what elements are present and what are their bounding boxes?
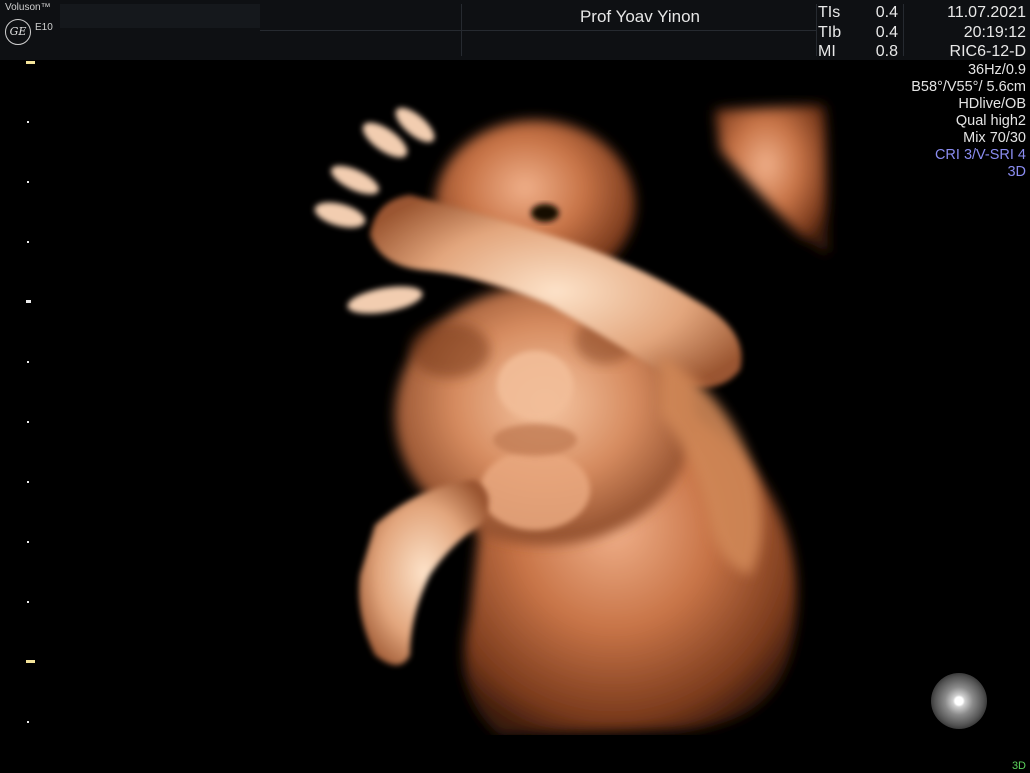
header-divider — [260, 30, 816, 31]
depth-scale — [26, 60, 38, 740]
index-label: TIb — [818, 23, 842, 41]
probe-name: RIC6-12-D — [949, 43, 1026, 60]
index-row: TIb 0.4 — [818, 23, 898, 43]
scale-tick — [26, 61, 35, 64]
quality-setting: Qual high2 — [955, 113, 1026, 129]
cri-setting: CRI 3/V-SRI 4 — [934, 147, 1026, 163]
exam-date: 11.07.2021 — [947, 4, 1026, 21]
scale-tick — [27, 481, 29, 483]
scale-tick — [27, 361, 29, 363]
header-divider — [816, 4, 817, 56]
scale-tick — [27, 541, 29, 543]
header-divider — [903, 4, 904, 56]
scale-tick — [27, 181, 29, 183]
model-label: E10 — [35, 22, 53, 33]
ultrasound-3d-image[interactable] — [300, 95, 840, 735]
frame-rate: 36Hz/0.9 — [967, 62, 1026, 78]
safety-indices: TIs 0.4 TIb 0.4 MI 0.8 — [818, 3, 898, 62]
operator-name: Prof Yoav Yinon — [579, 7, 701, 26]
nose-region — [497, 351, 573, 419]
scale-tick — [26, 660, 35, 663]
index-row: TIs 0.4 — [818, 3, 898, 23]
logo-block: Voluson™ GE E10 — [3, 2, 61, 58]
mouth-region — [493, 424, 577, 456]
uterine-wall-region — [715, 105, 828, 255]
acquisition-params: 36Hz/0.9 B58°/V55°/ 5.6cm HDlive/OB Qual… — [911, 62, 1026, 181]
index-label: TIs — [818, 4, 841, 21]
eye-region — [410, 322, 490, 378]
ear-region — [531, 204, 559, 222]
mode-label: 3D — [1007, 164, 1026, 180]
scale-tick — [27, 241, 29, 243]
index-value: 0.8 — [875, 43, 898, 60]
header-divider — [461, 4, 462, 56]
index-label: MI — [818, 43, 836, 60]
scale-tick — [27, 421, 29, 423]
index-value: 0.4 — [875, 4, 898, 21]
patient-info-field[interactable] — [60, 4, 260, 28]
scale-tick — [27, 721, 29, 723]
mode-indicator: 3D — [1011, 760, 1026, 772]
header-bar: Voluson™ GE E10 Prof Yoav Yinon TIs 0.4 … — [0, 0, 1030, 60]
index-value: 0.4 — [875, 23, 898, 41]
orientation-sphere-icon[interactable] — [931, 673, 987, 729]
render-mode: HDlive/OB — [958, 96, 1026, 112]
scale-tick — [27, 601, 29, 603]
ge-logo-icon: GE — [5, 19, 31, 45]
index-row: MI 0.8 — [818, 42, 898, 62]
scale-tick — [27, 121, 29, 123]
chin-region — [480, 450, 590, 530]
datetime-block: 11.07.2021 20:19:12 RIC6-12-D — [947, 3, 1026, 62]
brand-label: Voluson™ — [5, 2, 51, 13]
scan-angles: B58°/V55°/ 5.6cm — [911, 79, 1026, 95]
mix-setting: Mix 70/30 — [963, 130, 1026, 146]
scale-tick — [26, 300, 31, 303]
exam-time: 20:19:12 — [963, 23, 1026, 41]
